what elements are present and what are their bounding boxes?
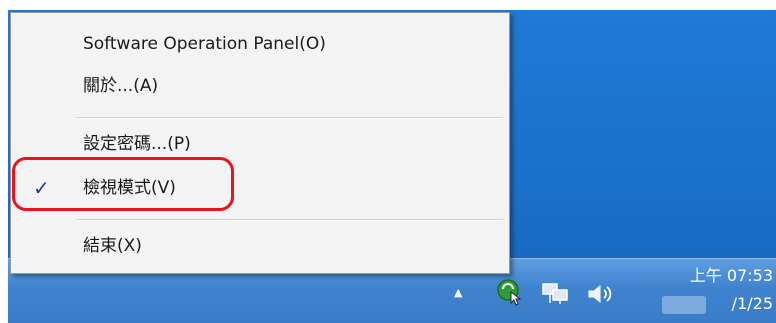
menu-separator <box>77 219 503 221</box>
menu-item-software-operation-panel[interactable]: Software Operation Panel(O) <box>11 25 509 63</box>
date-redaction <box>662 296 706 314</box>
menu-item-exit[interactable]: 結束(X) <box>11 227 509 265</box>
volume-icon[interactable] <box>586 282 616 310</box>
menu-item-label: 結束(X) <box>83 236 142 256</box>
menu-item-about[interactable]: 關於...(A) <box>11 67 509 105</box>
menu-separator <box>77 117 503 119</box>
menu-item-label: 關於...(A) <box>83 76 159 96</box>
clock-time: 上午 07:53 <box>689 266 773 285</box>
scanner-app-icon[interactable] <box>494 276 528 314</box>
context-menu: Software Operation Panel(O) 關於...(A) 設定密… <box>10 12 510 274</box>
show-hidden-icons-button[interactable]: ▲ <box>454 286 462 299</box>
network-icon[interactable] <box>541 281 571 311</box>
menu-item-label: Software Operation Panel(O) <box>83 34 326 54</box>
highlight-annotation <box>12 157 234 211</box>
